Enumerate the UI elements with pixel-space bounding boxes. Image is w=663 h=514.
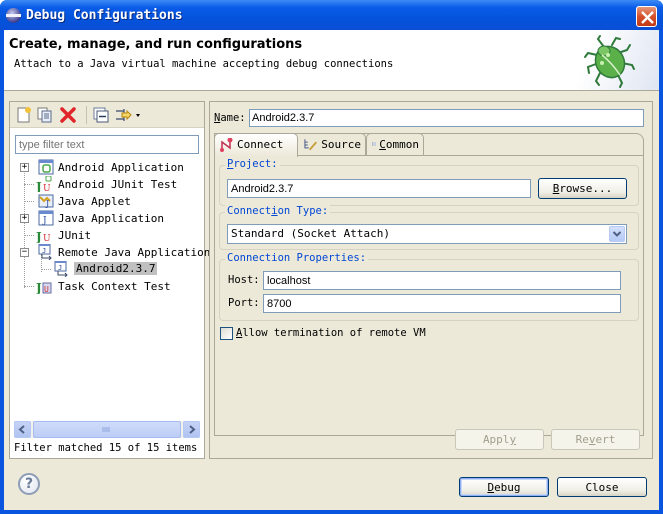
host-label: Host: <box>228 274 260 286</box>
title-bar[interactable]: Debug Configurations <box>0 0 663 30</box>
debug-button[interactable]: Debug <box>459 477 549 497</box>
tab-connect[interactable]: Connect <box>214 133 298 157</box>
dialog-client: Create, manage, and run configurations A… <box>4 30 659 510</box>
port-input[interactable] <box>263 294 621 313</box>
delete-icon[interactable] <box>59 106 77 124</box>
host-input[interactable] <box>263 271 621 290</box>
java-applet-icon: J <box>38 194 54 208</box>
svg-text:J: J <box>42 216 47 226</box>
filter-input[interactable] <box>15 135 199 154</box>
window-close-button[interactable] <box>636 6 657 27</box>
filter-status: Filter matched 15 of 15 items <box>14 442 198 454</box>
bug-icon <box>584 35 635 88</box>
remote-java-application-icon: J <box>54 261 68 277</box>
svg-text:U: U <box>44 285 49 294</box>
chevron-right-icon <box>189 425 196 434</box>
tree-item-java-application[interactable]: + J Java Application <box>10 210 204 227</box>
configuration-list-panel: + Android Application JU Android JUnit T… <box>9 101 210 459</box>
configuration-editor-panel: Name: Connect Source Common <box>209 101 653 459</box>
tree-item-label: Java Application <box>58 212 164 225</box>
chevron-down-icon <box>612 231 622 237</box>
close-icon <box>641 11 654 24</box>
header-description: Attach to a Java virtual machine accepti… <box>14 58 394 70</box>
svg-text:J: J <box>36 230 42 243</box>
horizontal-scrollbar[interactable] <box>14 421 200 438</box>
close-button[interactable]: Close <box>557 477 647 497</box>
connection-properties-legend: Connection Properties: <box>225 252 369 264</box>
connect-icon <box>220 138 233 152</box>
allow-termination-label[interactable]: Allow termination of remote VM <box>236 327 426 339</box>
tree-item-task-context-test[interactable]: JU Task Context Test <box>10 278 204 295</box>
filter-icon[interactable] <box>114 106 142 124</box>
apply-button[interactable]: Apply <box>455 429 544 450</box>
help-icon[interactable]: ? <box>18 473 40 495</box>
connect-tab-content: Project: Browse... Connection Type: Stan… <box>214 155 644 436</box>
browse-button[interactable]: Browse... <box>538 178 627 199</box>
tree-item-label: Android JUnit Test <box>58 178 178 191</box>
svg-text:J: J <box>58 264 62 272</box>
port-label: Port: <box>228 297 260 309</box>
svg-text:J: J <box>36 180 42 192</box>
tree-item-remote-java-application[interactable]: − J Remote Java Application <box>10 244 210 261</box>
android-application-icon <box>38 159 54 175</box>
dropdown-button[interactable] <box>609 226 625 242</box>
collapse-all-icon[interactable] <box>92 106 110 124</box>
tree-item-android-application[interactable]: + Android Application <box>10 159 204 176</box>
connection-type-select[interactable]: Standard (Socket Attach) <box>227 224 627 244</box>
tree-item-label: JUnit <box>58 229 92 242</box>
window-title: Debug Configurations <box>26 8 183 23</box>
tree-item-label: Android2.3.7 <box>74 262 158 275</box>
collapse-icon[interactable]: − <box>20 248 29 257</box>
tab-folder: Connect Source Common Project: Browse... <box>214 133 644 436</box>
remote-java-application-icon: J <box>38 244 52 260</box>
project-legend: Project: <box>225 158 280 170</box>
configuration-toolbar <box>10 102 204 128</box>
grip-icon <box>102 427 110 432</box>
svg-text:J: J <box>36 281 42 294</box>
tree-item-android2-3-7[interactable]: J Android2.3.7 <box>10 261 204 278</box>
connection-properties-group: Connection Properties: Host: Port: <box>219 252 639 321</box>
android-junit-icon: JU <box>36 176 52 192</box>
svg-text:J: J <box>45 199 49 208</box>
task-context-test-icon: JU <box>36 281 52 294</box>
scroll-right-button[interactable] <box>183 421 200 438</box>
svg-text:J: J <box>42 247 46 255</box>
junit-icon: JU <box>36 230 51 243</box>
connection-type-legend: Connection Type: <box>225 205 331 217</box>
connection-type-value: Standard (Socket Attach) <box>231 227 390 240</box>
tree-item-java-applet[interactable]: J Java Applet <box>10 193 204 210</box>
scroll-thumb[interactable] <box>33 421 181 438</box>
tree-item-label: Task Context Test <box>58 280 171 293</box>
header-title: Create, manage, and run configurations <box>9 37 303 52</box>
name-input[interactable] <box>249 109 644 127</box>
name-label: Name: <box>214 112 246 124</box>
new-launch-configuration-icon[interactable] <box>15 106 33 124</box>
revert-button[interactable]: Revert <box>551 429 640 450</box>
expand-icon[interactable]: + <box>20 214 29 223</box>
svg-text:U: U <box>43 234 51 243</box>
dialog-header: Create, manage, and run configurations A… <box>4 30 659 91</box>
duplicate-icon[interactable] <box>36 106 54 124</box>
tree-item-junit[interactable]: JU JUnit <box>10 227 204 244</box>
java-application-icon: J <box>38 210 54 226</box>
project-group: Project: Browse... <box>219 158 639 206</box>
project-input[interactable] <box>227 179 531 198</box>
tree-item-android-junit-test[interactable]: JU Android JUnit Test <box>10 176 204 193</box>
allow-termination-checkbox[interactable] <box>220 327 233 340</box>
tab-label: Connect <box>237 138 284 151</box>
toolbar-separator <box>86 106 87 124</box>
debug-configurations-window: Debug Configurations Create, manage, and… <box>0 0 663 514</box>
eclipse-icon <box>6 8 21 23</box>
tree-item-label: Android Application <box>58 161 184 174</box>
svg-text:U: U <box>43 184 51 192</box>
chevron-left-icon <box>18 425 25 434</box>
connection-type-group: Connection Type: Standard (Socket Attach… <box>219 205 639 250</box>
tree-item-label: Remote Java Application <box>58 246 211 259</box>
expand-icon[interactable]: + <box>20 163 29 172</box>
scroll-left-button[interactable] <box>14 421 31 438</box>
tree-item-label: Java Applet <box>58 195 131 208</box>
